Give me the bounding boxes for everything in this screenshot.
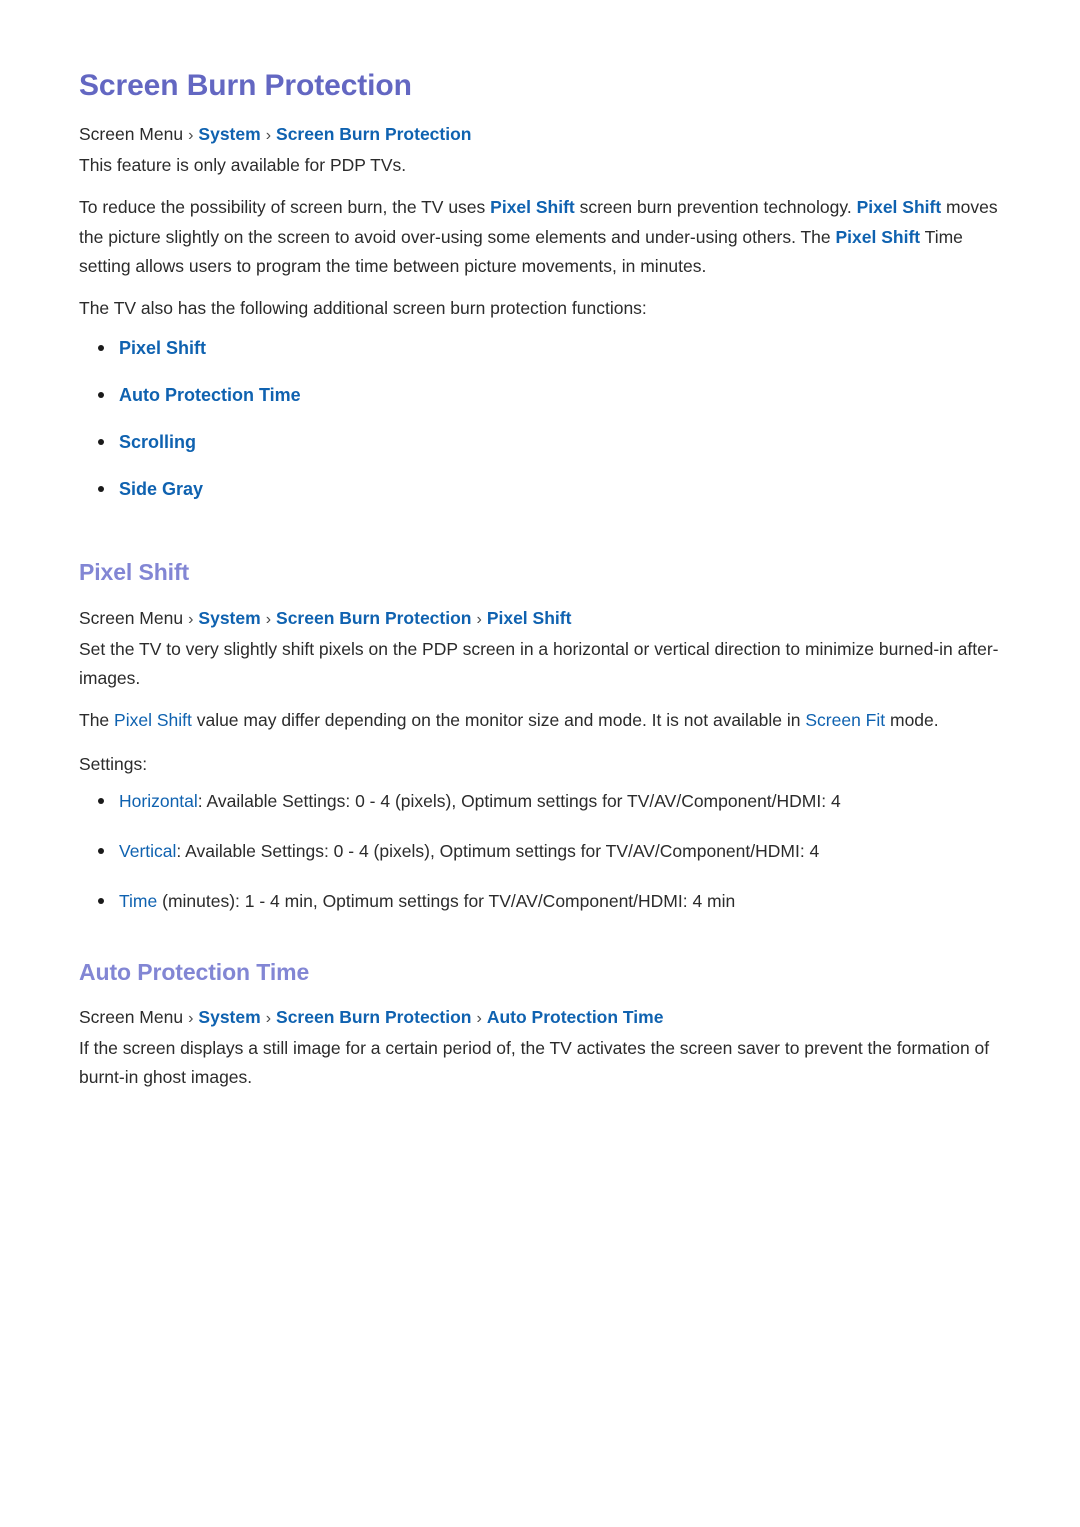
bullet-dot-icon bbox=[98, 392, 104, 399]
note-text-part-2: value may differ depending on the monito… bbox=[191, 710, 806, 731]
pixel-shift-settings-list: Horizontal: Available Settings: 0 - 4 (p… bbox=[79, 787, 1007, 915]
bullet-dot-icon bbox=[98, 345, 104, 352]
availability-note: This feature is only available for PDP T… bbox=[79, 155, 407, 176]
breadcrumb-screen-burn-protection: Screen Menu › System › Screen Burn Protectio… bbox=[79, 121, 1007, 149]
bullet-dot-icon bbox=[98, 847, 104, 854]
breadcrumb-item-system[interactable]: System bbox=[198, 608, 260, 628]
protection-functions-list: Pixel Shift Auto Protection Time Scrolli… bbox=[79, 334, 1007, 503]
function-link-pixel-shift[interactable]: Pixel Shift bbox=[119, 338, 206, 358]
pixel-shift-description: Set the TV to very slightly shift pixels… bbox=[79, 638, 999, 689]
list-item: Time (minutes): 1 - 4 min, Optimum setti… bbox=[79, 887, 1007, 915]
breadcrumb-separator-icon: › bbox=[476, 611, 482, 629]
breadcrumb-pixel-shift: Screen Menu › System › Screen Burn Protectio… bbox=[79, 605, 1007, 633]
breadcrumb-item-screen-burn-protection[interactable]: Screen Burn Protection bbox=[276, 608, 471, 628]
setting-value-horizontal: : Available Settings: 0 - 4 (pixels), Op… bbox=[197, 790, 841, 811]
function-link-side-gray[interactable]: Side Gray bbox=[119, 479, 203, 499]
note-text-part-1: The bbox=[79, 710, 115, 731]
breadcrumb-item-system[interactable]: System bbox=[198, 124, 260, 144]
breadcrumb-root: Screen Menu bbox=[79, 608, 184, 629]
link-pixel-shift[interactable]: Pixel Shift bbox=[836, 227, 921, 247]
list-item: Horizontal: Available Settings: 0 - 4 (p… bbox=[79, 787, 1007, 815]
pixel-shift-note: The Pixel Shift value may differ dependi… bbox=[79, 706, 1007, 735]
bullet-dot-icon bbox=[98, 797, 104, 804]
section-heading-auto-protection-time: Auto Protection Time bbox=[79, 958, 310, 985]
list-item: Vertical: Available Settings: 0 - 4 (pix… bbox=[79, 837, 1007, 865]
link-pixel-shift[interactable]: Pixel Shift bbox=[114, 710, 192, 730]
breadcrumb-separator-icon: › bbox=[188, 611, 194, 629]
setting-value-time: (minutes): 1 - 4 min, Optimum settings f… bbox=[157, 890, 736, 911]
breadcrumb-separator-icon: › bbox=[188, 1010, 194, 1028]
function-link-scrolling[interactable]: Scrolling bbox=[119, 432, 196, 452]
page-title: Screen Burn Protection bbox=[79, 69, 412, 102]
document-page: Screen Burn Protection Screen Menu › Syste… bbox=[0, 0, 1080, 1527]
intro-text-part-2: screen burn prevention technology. bbox=[574, 197, 857, 218]
bullet-dot-icon bbox=[98, 485, 104, 492]
setting-name-time[interactable]: Time bbox=[119, 891, 157, 911]
breadcrumb-root: Screen Menu bbox=[79, 1007, 184, 1028]
breadcrumb-separator-icon: › bbox=[265, 127, 272, 145]
functions-intro: The TV also has the following additional… bbox=[79, 298, 647, 319]
auto-protection-time-description: If the screen displays a still image for… bbox=[79, 1037, 990, 1088]
breadcrumb-separator-icon: › bbox=[265, 611, 272, 629]
link-pixel-shift[interactable]: Pixel Shift bbox=[490, 197, 575, 217]
bullet-dot-icon bbox=[98, 897, 104, 904]
breadcrumb-auto-protection-time: Screen Menu › System › Screen Burn Protectio… bbox=[79, 1004, 1007, 1032]
breadcrumb-item-auto-protection-time[interactable]: Auto Protection Time bbox=[487, 1007, 664, 1027]
list-item[interactable]: Pixel Shift bbox=[79, 334, 1007, 363]
breadcrumb-item-screen-burn-protection[interactable]: Screen Burn Protection bbox=[276, 1007, 471, 1027]
settings-label: Settings: bbox=[79, 753, 148, 774]
link-screen-fit[interactable]: Screen Fit bbox=[805, 710, 885, 730]
function-link-auto-protection-time[interactable]: Auto Protection Time bbox=[119, 385, 301, 405]
breadcrumb-root: Screen Menu bbox=[79, 124, 184, 145]
intro-paragraph: To reduce the possibility of screen burn… bbox=[79, 193, 1007, 281]
link-pixel-shift[interactable]: Pixel Shift bbox=[857, 197, 942, 217]
bullet-dot-icon bbox=[98, 438, 104, 445]
setting-name-vertical[interactable]: Vertical bbox=[119, 841, 176, 861]
setting-value-vertical: : Available Settings: 0 - 4 (pixels), Op… bbox=[176, 840, 820, 861]
breadcrumb-separator-icon: › bbox=[476, 1010, 482, 1028]
breadcrumb-item-system[interactable]: System bbox=[198, 1007, 260, 1027]
list-item[interactable]: Side Gray bbox=[79, 475, 1007, 504]
breadcrumb-separator-icon: › bbox=[265, 1010, 272, 1028]
intro-text-part-1: To reduce the possibility of screen burn… bbox=[79, 197, 491, 218]
list-item[interactable]: Scrolling bbox=[79, 428, 1007, 457]
list-item[interactable]: Auto Protection Time bbox=[79, 381, 1007, 410]
note-text-part-3: mode. bbox=[885, 710, 939, 731]
document-content: Screen Burn Protection Screen Menu › Syste… bbox=[79, 0, 1007, 1092]
breadcrumb-item-screen-burn-protection[interactable]: Screen Burn Protection bbox=[276, 124, 471, 144]
breadcrumb-separator-icon: › bbox=[188, 127, 194, 145]
breadcrumb-item-pixel-shift[interactable]: Pixel Shift bbox=[487, 608, 572, 628]
section-heading-pixel-shift: Pixel Shift bbox=[79, 559, 190, 586]
setting-name-horizontal[interactable]: Horizontal bbox=[119, 791, 198, 811]
